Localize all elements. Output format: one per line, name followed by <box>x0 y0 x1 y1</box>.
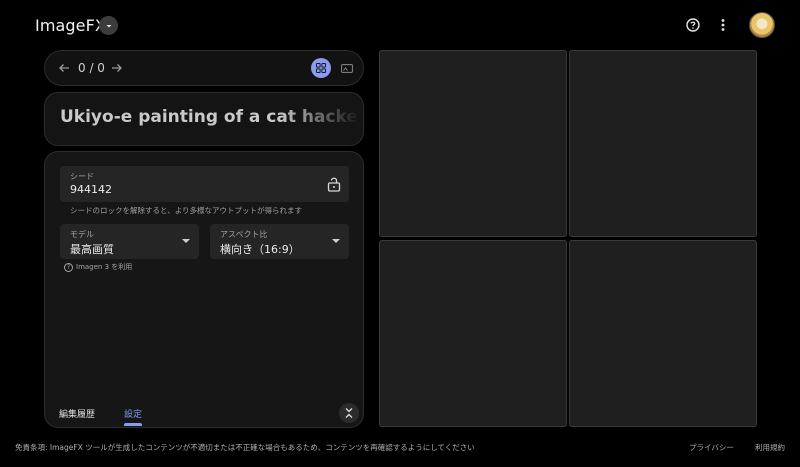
seed-label: シード <box>70 172 94 181</box>
expand-collapse-icon <box>345 408 353 418</box>
help-circle-icon <box>685 17 700 32</box>
model-value: 最高画質 <box>70 243 114 256</box>
grid-view-toggle[interactable] <box>311 58 331 78</box>
help-button[interactable] <box>684 16 701 33</box>
arrow-right-icon <box>112 64 122 72</box>
tab-settings[interactable]: 設定 <box>124 407 142 420</box>
app-menu-button[interactable] <box>99 16 118 35</box>
dropdown-arrow-icon <box>332 239 340 243</box>
next-button[interactable] <box>108 59 126 77</box>
more-options-button[interactable] <box>714 16 731 33</box>
single-view-icon <box>341 63 353 73</box>
previous-button[interactable] <box>55 59 73 77</box>
image-count: 0 / 0 <box>78 61 105 75</box>
help-circle-icon: ? <box>64 262 73 272</box>
active-tab-indicator <box>124 423 142 426</box>
model-label: モデル <box>70 230 94 239</box>
lock-open-icon[interactable] <box>327 176 341 192</box>
image-tile[interactable] <box>569 50 757 237</box>
dropdown-arrow-icon <box>182 239 190 243</box>
chevron-down-icon <box>106 24 111 27</box>
seed-value[interactable]: 944142 <box>70 183 112 196</box>
model-select[interactable]: モデル 最高画質 <box>60 224 199 259</box>
image-tile[interactable] <box>379 240 567 427</box>
image-tile[interactable] <box>569 240 757 427</box>
grid-view-icon <box>316 63 326 73</box>
seed-field[interactable]: シード 944142 <box>60 166 349 202</box>
prompt-box[interactable]: Ukiyo-e painting of a cat hacker wearing <box>44 92 364 146</box>
account-avatar[interactable] <box>749 12 775 38</box>
image-tile[interactable] <box>379 50 567 237</box>
aspect-value: 横向き（16:9） <box>220 243 300 256</box>
collapse-panel-button[interactable] <box>339 403 359 423</box>
more-vert-icon <box>721 18 724 31</box>
tab-edit-history[interactable]: 編集履歴 <box>59 407 95 420</box>
disclaimer-text: 免責条項: ImageFX ツールが生成したコンテンツが不適切または不正確な場合… <box>15 443 475 452</box>
imagen-info-text: Imagen 3 を利用 <box>76 263 133 271</box>
imagen-info: ? Imagen 3 を利用 <box>64 262 132 272</box>
app-title: ImageFX <box>35 16 106 35</box>
prompt-text[interactable]: Ukiyo-e painting of a cat hacker wearing <box>60 107 363 127</box>
arrow-left-icon <box>59 64 69 72</box>
privacy-link[interactable]: プライバシー <box>689 442 734 453</box>
aspect-ratio-select[interactable]: アスペクト比 横向き（16:9） <box>210 224 349 259</box>
seed-hint: シードのロックを解除すると、より多様なアウトプットが得られます <box>70 206 303 215</box>
single-view-toggle[interactable] <box>337 58 357 78</box>
image-navigation-bar: 0 / 0 <box>44 50 364 86</box>
aspect-label: アスペクト比 <box>220 230 268 239</box>
settings-panel: シード 944142 シードのロックを解除すると、より多様なアウトプットが得られ… <box>44 151 364 428</box>
terms-link[interactable]: 利用規約 <box>755 442 785 453</box>
